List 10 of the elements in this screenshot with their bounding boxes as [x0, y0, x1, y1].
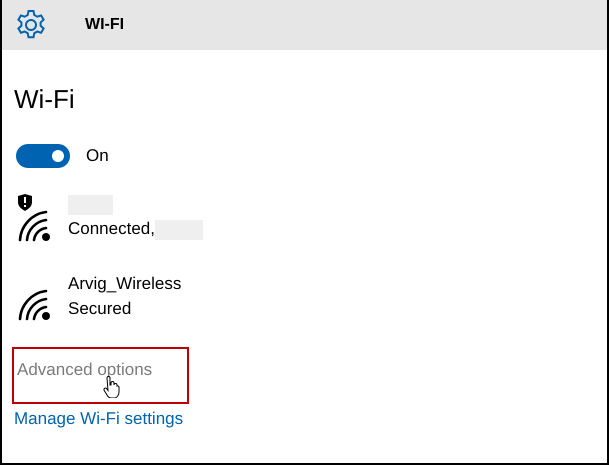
network-status: Connected, — [68, 219, 155, 238]
toggle-label: On — [86, 145, 109, 168]
settings-icon — [15, 9, 47, 41]
window-title: WI-FI — [85, 15, 124, 35]
hand-cursor-icon — [102, 376, 120, 398]
network-name[interactable]: Arvig_Wireless — [68, 274, 182, 293]
network-status: Secured — [68, 298, 132, 318]
manage-wifi-link[interactable]: Manage Wi-Fi settings — [14, 406, 184, 432]
page-title: Wi-Fi — [14, 84, 76, 116]
wifi-toggle[interactable] — [16, 144, 70, 168]
